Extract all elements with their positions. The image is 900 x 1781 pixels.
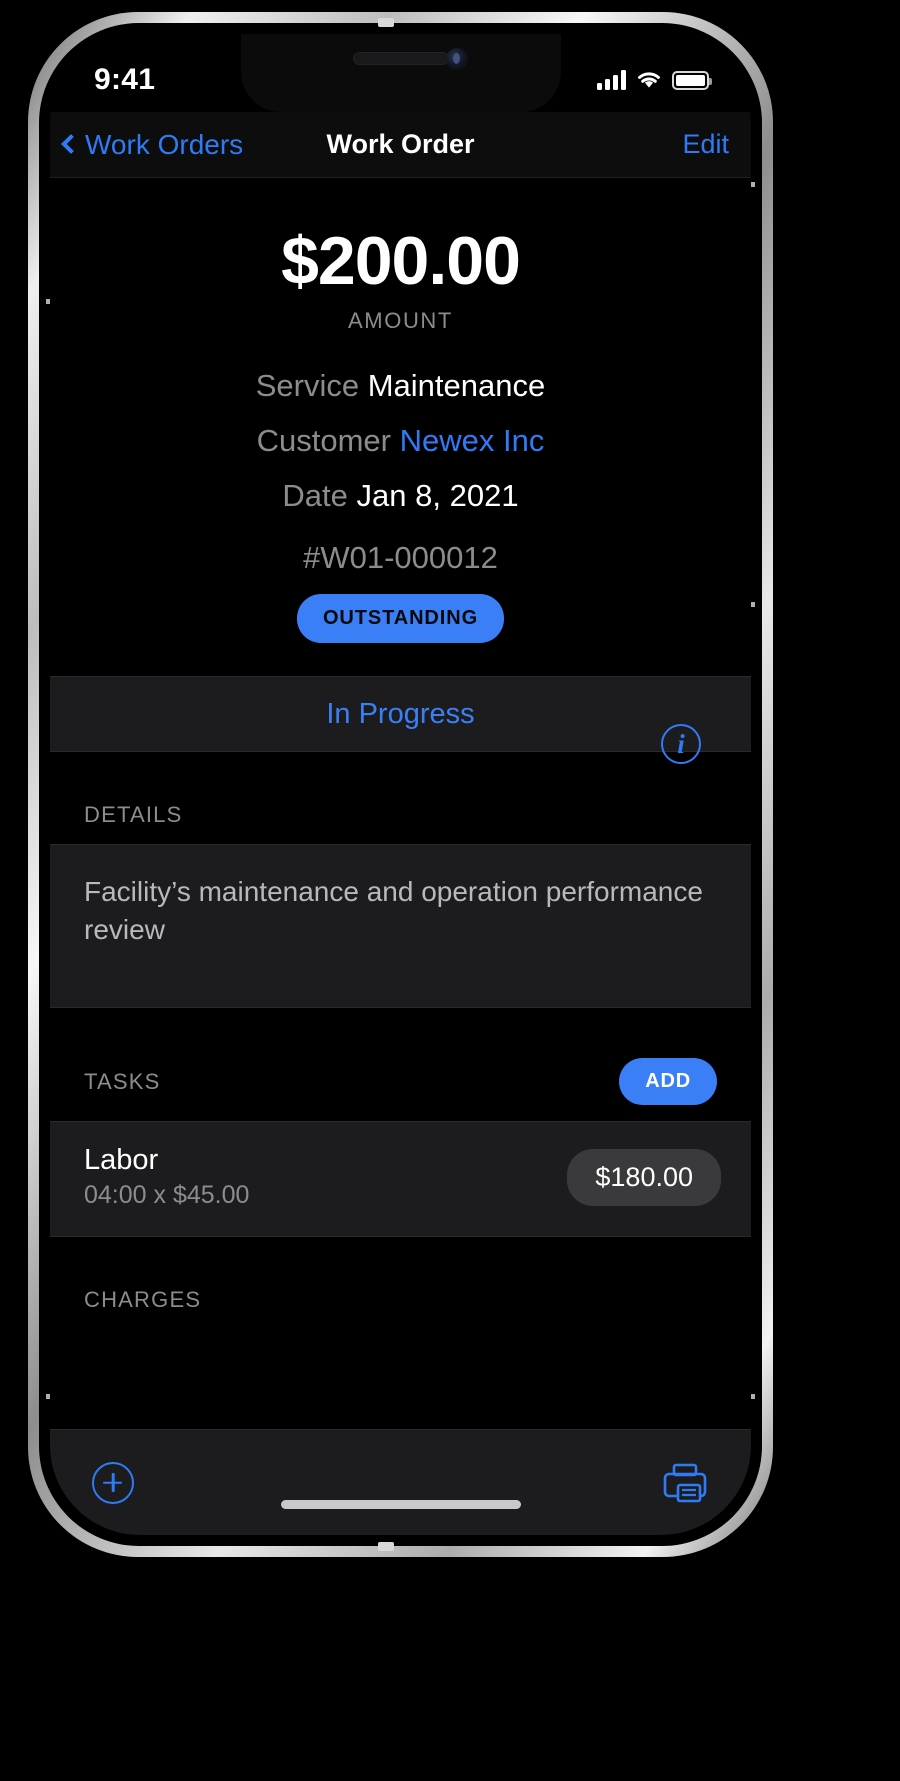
status-badge[interactable]: OUTSTANDING: [296, 593, 505, 643]
table-row[interactable]: Labor 04:00 x $45.00 $180.00: [50, 1122, 751, 1236]
in-progress-button[interactable]: In Progress: [50, 676, 751, 752]
amount-label: AMOUNT: [348, 308, 453, 333]
back-button-label: Work Orders: [85, 128, 244, 160]
status-bar-clock: 9:41: [94, 63, 156, 96]
charges-header-label: CHARGES: [84, 1287, 202, 1313]
screenshot-stage: 9:41 Work Orders Work Order Edit $200.00…: [0, 0, 900, 1781]
date-value: Jan 8, 2021: [356, 478, 519, 514]
details-text: Facility’s maintenance and operation per…: [84, 876, 703, 946]
work-order-summary: $200.00 AMOUNT Service Maintenance Custo…: [50, 178, 751, 764]
amount-value: $200.00: [281, 223, 521, 299]
tasks-section-header: TASKS ADD: [50, 1008, 751, 1121]
task-text: Labor 04:00 x $45.00: [84, 1144, 249, 1210]
tasks-card: Labor 04:00 x $45.00 $180.00: [50, 1121, 751, 1238]
chevron-left-icon: [61, 133, 81, 154]
add-task-button[interactable]: ADD: [619, 1058, 717, 1106]
summary-row-date: Date Jan 8, 2021: [50, 468, 751, 523]
info-circle-icon[interactable]: i: [661, 724, 701, 764]
task-price-pill[interactable]: $180.00: [567, 1148, 721, 1206]
in-progress-label: In Progress: [326, 697, 475, 730]
status-bar: 9:41: [50, 34, 751, 112]
tasks-header-label: TASKS: [84, 1068, 161, 1094]
antenna-line: [378, 18, 394, 27]
wifi-icon: [638, 72, 660, 88]
customer-label: Customer: [256, 423, 391, 459]
phone-frame: 9:41 Work Orders Work Order Edit $200.00…: [28, 12, 773, 1557]
status-bar-indicators: [597, 70, 712, 90]
date-label: Date: [282, 478, 348, 514]
bottom-toolbar: [50, 1429, 751, 1535]
navigation-bar: Work Orders Work Order Edit: [50, 112, 751, 178]
signal-bars-icon: [597, 70, 626, 90]
summary-row-customer: Customer Newex Inc: [50, 413, 751, 468]
details-card[interactable]: Facility’s maintenance and operation per…: [50, 844, 751, 1009]
customer-value-link[interactable]: Newex Inc: [400, 423, 545, 458]
details-header-label: DETAILS: [84, 802, 183, 827]
summary-row-service: Service Maintenance: [50, 358, 751, 413]
main-content: $200.00 AMOUNT Service Maintenance Custo…: [50, 178, 751, 1330]
back-button[interactable]: Work Orders: [50, 129, 682, 161]
work-order-number: #W01-000012: [303, 539, 498, 575]
home-indicator[interactable]: [280, 1500, 521, 1509]
battery-full-icon: [672, 70, 712, 90]
status-badge-wrap: OUTSTANDING: [50, 593, 751, 643]
details-section-header: DETAILS: [50, 752, 751, 844]
phone-bezel: 9:41 Work Orders Work Order Edit $200.00…: [39, 23, 762, 1546]
plus-circle-icon[interactable]: [92, 1461, 134, 1504]
antenna-line: [378, 1542, 394, 1551]
task-subtitle: 04:00 x $45.00: [84, 1181, 250, 1210]
service-label: Service: [255, 368, 360, 403]
printer-icon[interactable]: [661, 1461, 709, 1505]
summary-fields: Service Maintenance Customer Newex Inc D…: [50, 358, 751, 524]
service-value: Maintenance: [367, 368, 546, 403]
phone-screen: 9:41 Work Orders Work Order Edit $200.00…: [50, 34, 751, 1535]
charges-section-header: CHARGES: [50, 1237, 751, 1329]
task-title: Labor: [84, 1144, 159, 1177]
edit-button[interactable]: Edit: [682, 129, 751, 160]
